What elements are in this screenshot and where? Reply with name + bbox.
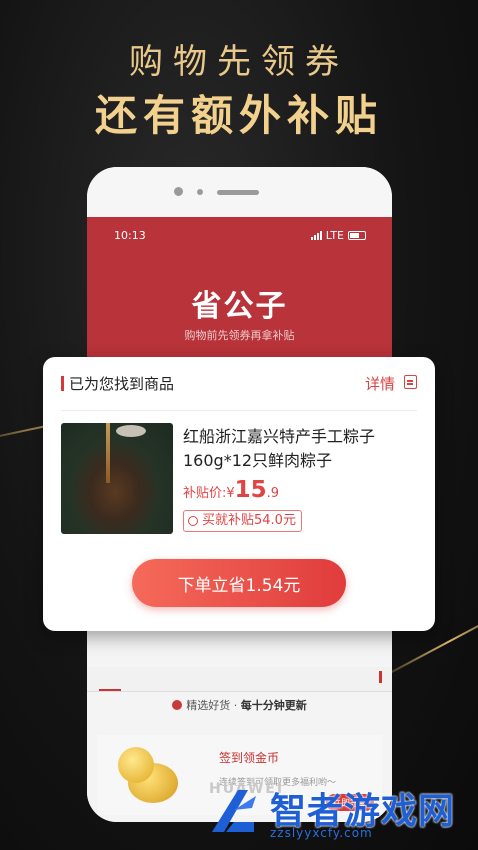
price-integer: 15 <box>234 477 267 503</box>
subsidy-tag-text: 买就补贴54.0元 <box>202 513 296 528</box>
dialog-title: 已为您找到商品 <box>69 375 175 393</box>
site-watermark: 智者游戏网 zzslyyxcfy.com <box>204 782 474 840</box>
tab-filter-marker <box>379 671 382 683</box>
app-title: 省公子 <box>191 289 288 324</box>
subsidy-tag: 买就补贴54.0元 <box>183 510 302 532</box>
dialog-header: 已为您找到商品 详情 <box>61 373 417 397</box>
tag-circle-icon <box>188 516 198 526</box>
divider <box>61 410 417 411</box>
promo-headline: 购物先领券 <box>129 42 349 82</box>
promo-subheadline: 还有额外补贴 <box>94 91 383 140</box>
clock-icon <box>172 700 183 710</box>
app-subtitle: 购物前先领券再拿补贴 <box>184 329 295 342</box>
category-tabs[interactable] <box>87 667 392 692</box>
watermark-logo-icon <box>212 790 256 832</box>
price-label: 补贴价:¥ <box>183 486 235 501</box>
product-name[interactable]: 红船浙江嘉兴特产手工粽子160g*12只鲜肉粽子 <box>183 425 417 473</box>
details-link[interactable]: 详情 <box>365 373 395 394</box>
status-indicators: LTE <box>310 229 366 242</box>
status-bar: 10:13 LTE <box>114 229 366 242</box>
order-button[interactable]: 下单立省1.54元 <box>132 559 346 607</box>
status-time: 10:13 <box>114 229 146 242</box>
battery-icon <box>348 231 366 240</box>
network-type: LTE <box>325 229 344 242</box>
product-found-dialog: 已为您找到商品 详情 红船浙江嘉兴特产手工粽子160g*12只鲜肉粽子 补贴价:… <box>43 357 435 631</box>
active-tab-indicator <box>99 689 121 691</box>
document-icon[interactable] <box>404 375 417 389</box>
watermark-url: zzslyyxcfy.com <box>270 826 373 840</box>
speaker-icon <box>217 190 259 195</box>
subsidy-price: 补贴价:¥15.9 <box>183 477 279 503</box>
sensor-icon <box>197 189 203 195</box>
update-frequency: 每十分钟更新 <box>240 699 307 712</box>
update-prefix: 精选好货 · <box>186 699 241 712</box>
phone-top-bezel <box>87 167 392 217</box>
heading-accent-bar <box>61 376 64 391</box>
product-image[interactable] <box>61 423 173 534</box>
update-notice: 精选好货 · 每十分钟更新 <box>87 697 392 713</box>
gold-coins-icon <box>100 739 196 811</box>
checkin-title: 签到领金币 <box>219 751 280 765</box>
price-decimal: .9 <box>266 486 280 501</box>
camera-icon <box>174 187 183 196</box>
signal-icon <box>310 231 322 240</box>
